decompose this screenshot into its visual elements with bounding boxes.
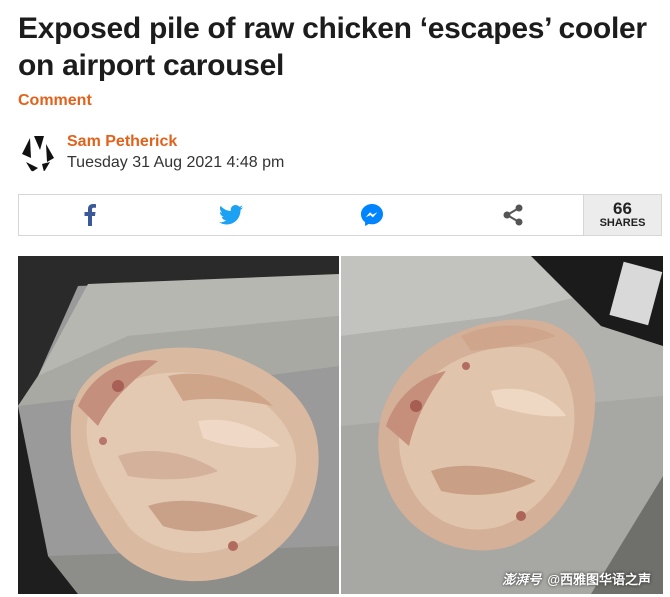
facebook-share-button[interactable] [19, 195, 160, 235]
author-byline: Sam Petherick Tuesday 31 Aug 2021 4:48 p… [18, 130, 418, 174]
twitter-icon [218, 205, 243, 225]
share-count-number: 66 [613, 199, 632, 218]
share-bar: 66 SHARES [18, 194, 662, 236]
watermark-text: @西雅图华语之声 [547, 572, 651, 587]
author-name-link[interactable]: Sam Petherick [67, 133, 177, 151]
chicken-photo-right[interactable]: 澎湃号 @西雅图华语之声 [341, 256, 663, 594]
messenger-icon [360, 204, 383, 226]
author-avatar[interactable] [18, 132, 58, 172]
share-count: 66 SHARES [583, 195, 661, 235]
watermark-logo: 澎湃号 [502, 572, 542, 587]
generic-share-button[interactable] [442, 195, 583, 235]
twitter-share-button[interactable] [160, 195, 301, 235]
share-icon [503, 204, 522, 226]
share-count-label: SHARES [599, 217, 646, 229]
category-link[interactable]: Comment [18, 92, 92, 110]
messenger-share-button[interactable] [301, 195, 442, 235]
chicken-photo-left[interactable] [18, 256, 339, 594]
watermark: 澎湃号 @西雅图华语之声 [502, 569, 651, 588]
publish-date: Tuesday 31 Aug 2021 4:48 pm [67, 154, 285, 171]
article-headline: Exposed pile of raw chicken ‘escapes’ co… [18, 12, 647, 82]
article-photos: 澎湃号 @西雅图华语之声 [18, 256, 663, 594]
facebook-icon [84, 204, 96, 226]
